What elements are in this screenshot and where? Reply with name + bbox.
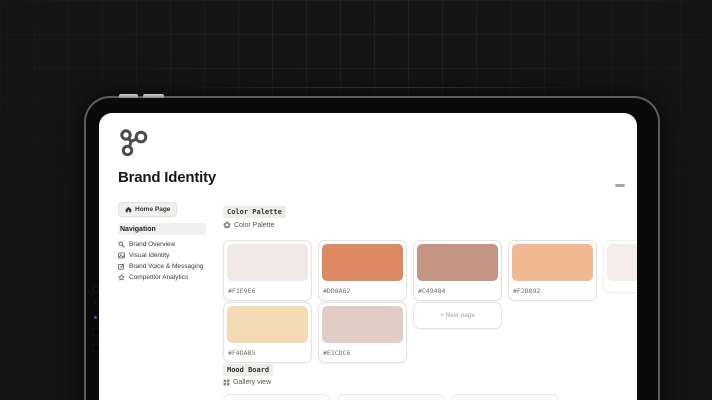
view-label: Gallery view: [233, 379, 272, 386]
gallery-card[interactable]: [223, 394, 331, 400]
color-card[interactable]: #E1CDC6: [318, 302, 407, 363]
background-glow-line: [180, 87, 592, 88]
color-card[interactable]: #F2B892: [508, 240, 597, 301]
color-palette-badge: Color Palette: [223, 206, 286, 218]
minimize-icon[interactable]: [615, 184, 625, 187]
brand-logo-icon: [118, 128, 148, 161]
sidebar-item-brand-voice[interactable]: Brand Voice & Messaging: [118, 261, 203, 271]
tablet-device: Brand Identity Home Page Navigation Bran…: [84, 94, 660, 400]
view-label: Color Palette: [234, 221, 275, 229]
sidebar-heading: Navigation: [118, 223, 206, 235]
sidebar-item-label: Visual Identity: [129, 251, 170, 259]
flower-icon: [223, 221, 231, 229]
color-card[interactable]: #DD8A62: [318, 240, 407, 301]
hex-label: #F1E9E6: [228, 287, 256, 295]
color-palette-view-toggle[interactable]: Color Palette: [223, 221, 274, 229]
color-swatch: [322, 244, 403, 281]
edit-icon: [118, 262, 125, 270]
home-icon: [125, 206, 132, 213]
tablet-screen: Brand Identity Home Page Navigation Bran…: [99, 113, 637, 400]
hex-label: #DD8A62: [323, 287, 351, 295]
gallery-card[interactable]: [337, 394, 445, 400]
gallery-card[interactable]: [451, 394, 559, 400]
sidebar-item-label: Competitor Analytics: [129, 273, 189, 281]
camera-lens: [92, 286, 99, 293]
hex-label: #E1CDC6: [323, 349, 351, 357]
new-page-label: + New page: [440, 312, 475, 319]
sidebar-item-label: Brand Overview: [129, 240, 176, 248]
hex-label: [604, 284, 637, 292]
new-page-button[interactable]: + New page: [413, 302, 502, 329]
hex-label: #F4DAB5: [228, 349, 256, 357]
volume-up-button: [119, 94, 138, 98]
sidebar-item-label: Brand Voice & Messaging: [129, 262, 204, 270]
sidebar-item-visual-identity[interactable]: Visual Identity: [118, 250, 169, 260]
scene: Brand Identity Home Page Navigation Bran…: [0, 0, 712, 400]
home-page-button[interactable]: Home Page: [118, 202, 178, 217]
image-icon: [118, 252, 125, 258]
home-page-label: Home Page: [135, 206, 171, 213]
sidebar-item-competitor-analytics[interactable]: Competitor Analytics: [118, 272, 188, 282]
color-card[interactable]: #F4DAB5: [223, 302, 312, 363]
gallery-grid-icon: [223, 379, 230, 386]
color-card-partial[interactable]: [603, 240, 637, 293]
color-swatch: [322, 306, 403, 343]
gallery-view-toggle[interactable]: Gallery view: [223, 379, 271, 386]
search-icon: [118, 241, 125, 248]
color-swatch: [227, 306, 308, 343]
hex-label: #C49484: [418, 287, 446, 295]
color-swatch: [512, 244, 593, 281]
color-swatch: [417, 244, 498, 281]
color-card[interactable]: #C49484: [413, 240, 502, 301]
volume-down-button: [143, 94, 164, 98]
page-title: Brand Identity: [118, 169, 217, 186]
star-icon: [118, 273, 125, 280]
camera-sensor-dot: [94, 301, 97, 304]
sidebar-item-brand-overview[interactable]: Brand Overview: [118, 239, 175, 249]
color-swatch: [607, 244, 637, 281]
camera-indicator-dot: [94, 316, 97, 319]
hex-label: #F2B892: [513, 287, 541, 295]
mood-board-badge: Mood Board: [223, 364, 274, 376]
color-swatch: [227, 244, 308, 281]
color-card[interactable]: #F1E9E6: [223, 240, 312, 301]
